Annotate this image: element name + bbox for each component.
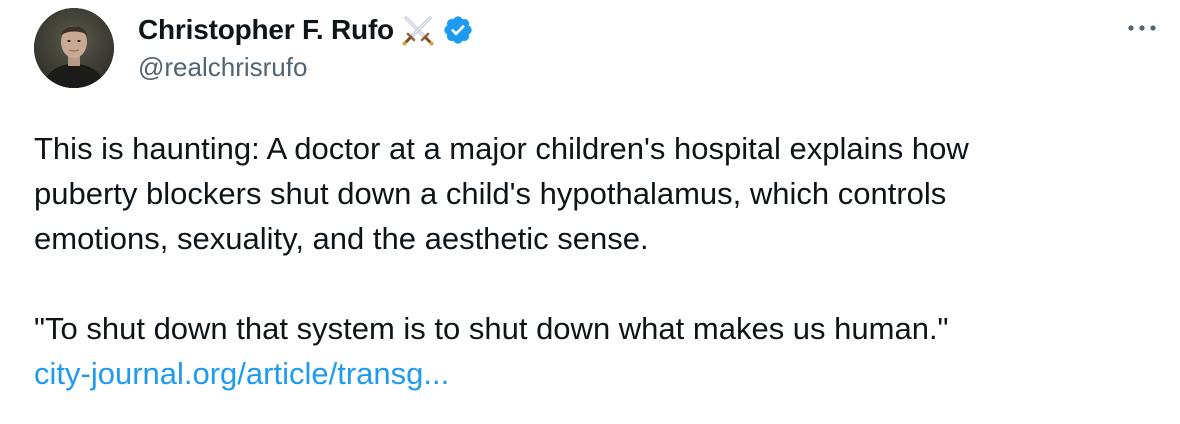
crossed-swords-icon xyxy=(400,12,436,48)
author-name[interactable]: Christopher F. Rufo xyxy=(138,14,394,46)
more-options-button[interactable] xyxy=(1122,16,1162,40)
avatar-photo-icon xyxy=(34,8,114,88)
tweet-text-line: emotions, sexuality, and the aesthetic s… xyxy=(34,221,649,256)
tweet-text-line: puberty blockers shut down a child's hyp… xyxy=(34,176,947,211)
author-name-row: Christopher F. Rufo xyxy=(138,10,474,50)
tweet-text-line: This is haunting: A doctor at a major ch… xyxy=(34,131,969,166)
tweet-text: This is haunting: A doctor at a major ch… xyxy=(34,126,1144,396)
tweet-link-line: city-journal.org/article/transg... xyxy=(34,351,1144,396)
verified-badge-icon[interactable] xyxy=(442,14,474,46)
article-link[interactable]: city-journal.org/article/transg... xyxy=(34,356,449,391)
author-handle[interactable]: @realchrisrufo xyxy=(138,52,307,83)
more-horizontal-icon xyxy=(1128,25,1156,31)
tweet-card: Christopher F. Rufo @realchrisrufo This … xyxy=(0,0,1180,424)
author-avatar[interactable] xyxy=(34,8,114,88)
tweet-quote: "To shut down that system is to shut dow… xyxy=(34,311,949,346)
